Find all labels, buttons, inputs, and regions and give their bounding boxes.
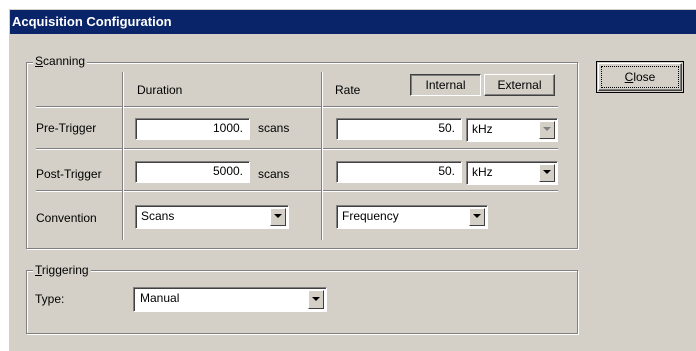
external-button[interactable]: External — [484, 74, 555, 96]
convention-label: Convention — [36, 211, 97, 225]
trigger-type-select[interactable]: Manual — [133, 287, 327, 312]
grid-divider — [122, 72, 124, 240]
grid-divider — [321, 72, 323, 240]
dropdown-arrow-icon[interactable] — [270, 208, 286, 226]
post-trigger-duration-unit: scans — [258, 167, 290, 181]
pre-trigger-label: Pre-Trigger — [36, 121, 97, 135]
duration-convention-select[interactable]: Scans — [135, 205, 289, 229]
grid-line — [36, 190, 558, 192]
dropdown-arrow-icon[interactable] — [308, 290, 324, 309]
title-bar: Acquisition Configuration — [10, 10, 696, 34]
pre-trigger-duration-unit: scans — [258, 121, 290, 135]
post-trigger-duration-input[interactable]: 5000. — [135, 161, 250, 183]
close-button[interactable]: Close — [596, 61, 684, 93]
rate-header: Rate — [335, 83, 361, 97]
window-title: Acquisition Configuration — [12, 14, 172, 29]
post-trigger-label: Post-Trigger — [36, 167, 102, 181]
grid-line — [36, 106, 558, 108]
internal-button[interactable]: Internal — [410, 74, 481, 96]
close-button-label: Close — [601, 66, 679, 88]
grid-line — [36, 148, 558, 150]
duration-header: Duration — [137, 83, 183, 97]
scanning-legend: Scanning — [33, 54, 88, 68]
dropdown-arrow-icon[interactable] — [469, 208, 485, 226]
trigger-type-label: Type: — [35, 292, 65, 306]
triggering-legend: Triggering — [33, 263, 91, 277]
dropdown-arrow-icon[interactable] — [539, 164, 555, 182]
post-trigger-rate-input[interactable]: 50. — [336, 161, 462, 183]
pre-trigger-rate-input[interactable]: 50. — [336, 118, 462, 140]
pre-trigger-rate-unit-select: kHz — [466, 118, 558, 142]
post-trigger-rate-unit-select[interactable]: kHz — [466, 161, 558, 185]
pre-trigger-duration-input[interactable]: 1000. — [135, 118, 250, 140]
rate-convention-select[interactable]: Frequency — [336, 205, 488, 229]
dropdown-arrow-icon — [539, 121, 555, 139]
